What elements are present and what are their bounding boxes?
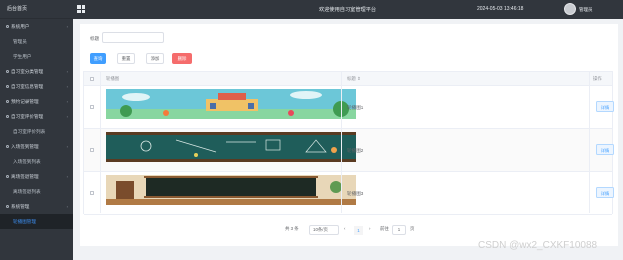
- select-all-checkbox[interactable]: [90, 77, 94, 81]
- sidebar-nav: 系统用户 › 管理员 学生用户 自习室分类管理 › 自习室信息管理 › 预约记录管理 › 自习室评价…: [0, 19, 73, 229]
- delete-button[interactable]: 删除: [172, 53, 192, 64]
- sidebar-item-label: 预约记录管理: [11, 99, 39, 104]
- sidebar-item-label: 离场签退列表: [13, 189, 41, 194]
- sidebar-item[interactable]: 学生用户: [0, 49, 73, 64]
- carousel-table: 轮播图 标题 ⇕ 操作 轮播图1 详情 轮播图2 详情 轮播图3 详情: [83, 71, 614, 215]
- sidebar-item[interactable]: 入场签到列表: [0, 154, 73, 169]
- menu-group-icon: [6, 25, 9, 29]
- add-button[interactable]: 添加: [146, 53, 164, 64]
- table-row: 轮播图2 详情: [84, 129, 614, 172]
- chevron-icon: ›: [66, 174, 68, 179]
- detail-button[interactable]: 详情: [596, 144, 614, 155]
- content-panel: 标题 查询 重置 添加 删除 轮播图 标题 ⇕ 操作 轮播图1 详情 轮播图2 …: [80, 24, 618, 246]
- menu-group-icon: [6, 205, 9, 209]
- prev-page-button[interactable]: ‹: [344, 226, 345, 231]
- sidebar-item-label: 自习室信息管理: [11, 84, 44, 89]
- column-divider: [589, 72, 590, 213]
- sidebar-item-label: 学生用户: [13, 54, 32, 59]
- row-checkbox[interactable]: [90, 105, 94, 109]
- sidebar-item[interactable]: 自习室分类管理 ›: [0, 64, 73, 79]
- sidebar-item-label: 轮播图管理: [13, 219, 36, 224]
- sidebar-item[interactable]: 离场签退列表: [0, 184, 73, 199]
- sidebar-item-label: 入场签到列表: [13, 159, 41, 164]
- detail-button[interactable]: 详情: [596, 187, 614, 198]
- sidebar-item-label: 离场签退管理: [11, 174, 39, 179]
- user-avatar[interactable]: [564, 3, 576, 15]
- menu-group-icon: [6, 85, 9, 89]
- sidebar: 后台首页 系统用户 › 管理员学生用户自习室分类管理 › 自习室信息管理 › 预约记录管理 ›…: [0, 0, 73, 260]
- pager-total: 共 3 条: [285, 226, 299, 231]
- sidebar-item[interactable]: 离场签退管理 ›: [0, 169, 73, 184]
- title-search-input[interactable]: [102, 32, 164, 43]
- search-button[interactable]: 查询: [90, 53, 106, 64]
- sidebar-item-label: 系统用户: [11, 24, 30, 29]
- sidebar-item[interactable]: 系统用户 ›: [0, 19, 73, 34]
- sidebar-brand[interactable]: 后台首页: [0, 0, 73, 19]
- chevron-icon: ›: [66, 69, 68, 74]
- chevron-icon: ›: [66, 24, 68, 29]
- goto-suffix: 页: [410, 226, 415, 231]
- row-checkbox[interactable]: [90, 191, 94, 195]
- header-title-sortable[interactable]: 标题 ⇕: [347, 76, 361, 82]
- row-title: 轮播图1: [347, 105, 364, 110]
- header-title: 欢迎使用自习室管理平台: [319, 7, 377, 13]
- header-ops: 操作: [593, 76, 602, 81]
- sidebar-item[interactable]: 预约记录管理 ›: [0, 94, 73, 109]
- header-image: 轮播图: [106, 76, 120, 81]
- reset-button[interactable]: 重置: [117, 53, 135, 64]
- current-page[interactable]: 1: [354, 226, 363, 235]
- menu-group-icon: [6, 175, 9, 179]
- sidebar-item[interactable]: 自习室评价列表: [0, 124, 73, 139]
- user-name[interactable]: 管理员: [579, 7, 593, 13]
- menu-group-icon: [6, 115, 9, 119]
- chevron-icon: ›: [66, 114, 68, 119]
- top-bar: 欢迎使用自习室管理平台 2024-05-03 13:46:18 管理员: [73, 0, 623, 19]
- watermark: CSDN @wx2_CXKF10088: [478, 240, 598, 251]
- sidebar-item-label: 系统管理: [11, 204, 30, 209]
- detail-button[interactable]: 详情: [596, 101, 614, 112]
- table-row: 轮播图3 详情: [84, 172, 614, 215]
- column-divider: [100, 72, 101, 213]
- sidebar-item-label: 自习室评价列表: [13, 129, 46, 134]
- sidebar-item-label: 管理员: [13, 39, 27, 44]
- sidebar-item-label: 入场签到管理: [11, 144, 39, 149]
- carousel-image-1: [106, 89, 356, 119]
- search-label: 标题: [90, 36, 100, 41]
- sidebar-item[interactable]: 入场签到管理 ›: [0, 139, 73, 154]
- chevron-icon: ›: [66, 84, 68, 89]
- chevron-icon: ›: [66, 99, 68, 104]
- table-row: 轮播图1 详情: [84, 86, 614, 129]
- sidebar-item[interactable]: 轮播图管理: [0, 214, 73, 229]
- sidebar-item[interactable]: 系统管理 ›: [0, 199, 73, 214]
- sidebar-item-label: 自习室评价管理: [11, 114, 44, 119]
- table-header: 轮播图 标题 ⇕ 操作: [84, 72, 612, 86]
- sidebar-item[interactable]: 管理员: [0, 34, 73, 49]
- sidebar-item-label: 自习室分类管理: [11, 69, 44, 74]
- chevron-icon: ›: [66, 204, 68, 209]
- goto-page-input[interactable]: 1: [392, 225, 406, 235]
- menu-group-icon: [6, 100, 9, 104]
- menu-toggle-icon[interactable]: [77, 5, 85, 13]
- next-page-button[interactable]: ›: [369, 226, 370, 231]
- column-divider: [341, 72, 342, 213]
- menu-group-icon: [6, 70, 9, 74]
- sidebar-item[interactable]: 自习室评价管理 ›: [0, 109, 73, 124]
- carousel-image-3: [106, 175, 356, 205]
- menu-group-icon: [6, 145, 9, 149]
- sidebar-item[interactable]: 自习室信息管理 ›: [0, 79, 73, 94]
- goto-label: 前往: [380, 226, 389, 231]
- carousel-image-2: [106, 132, 356, 162]
- row-title: 轮播图3: [347, 191, 364, 196]
- row-title: 轮播图2: [347, 148, 364, 153]
- page-size-select[interactable]: 10条/页: [309, 225, 339, 235]
- row-checkbox[interactable]: [90, 148, 94, 152]
- chevron-icon: ›: [66, 144, 68, 149]
- header-datetime: 2024-05-03 13:46:18: [477, 6, 524, 12]
